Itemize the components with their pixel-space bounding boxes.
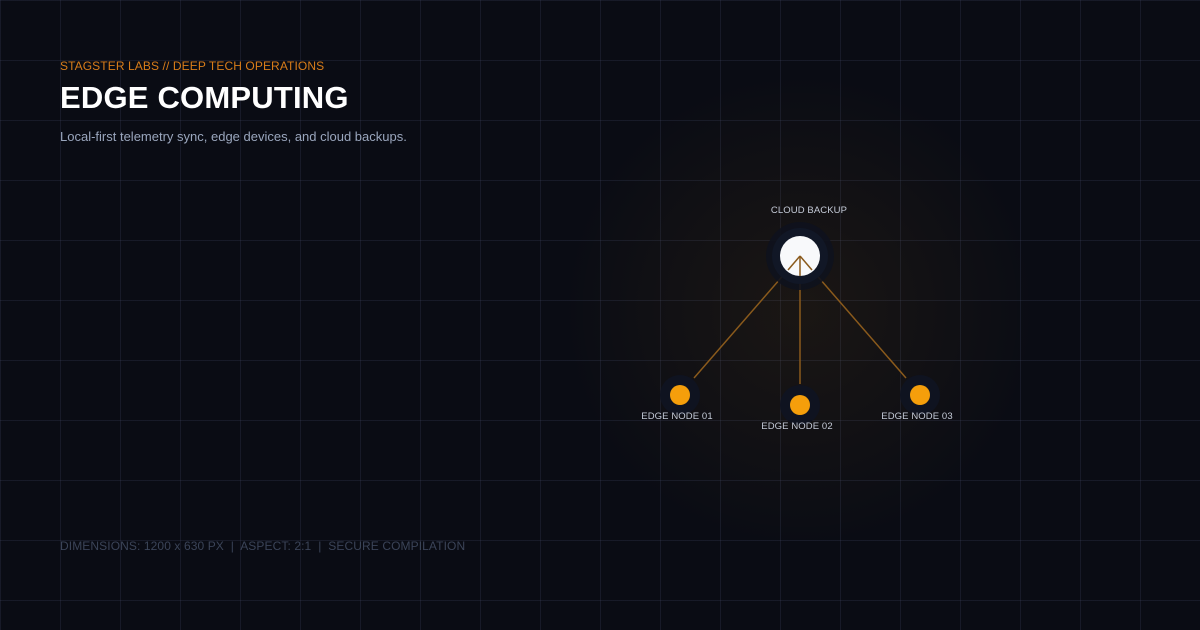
edge-node-01 xyxy=(660,375,700,415)
edge-node-02-label: EDGE NODE 02 xyxy=(761,421,832,432)
footer-meta: DIMENSIONS: 1200 x 630 PX | ASPECT: 2:1 … xyxy=(60,539,466,553)
edge-node-03-label: EDGE NODE 03 xyxy=(881,411,952,422)
cloud-backup-node xyxy=(766,222,834,290)
edge-node-01-label: EDGE NODE 01 xyxy=(641,411,712,422)
edge-node-02 xyxy=(780,385,820,425)
topology-diagram: CLOUD BACKUP EDGE NODE 01 EDGE NODE 02 E… xyxy=(641,205,952,432)
cloud-backup-label: CLOUD BACKUP xyxy=(771,205,847,216)
og-canvas: STAGSTER LABS // DEEP TECH OPERATIONS ED… xyxy=(0,0,1200,630)
edge-node-03 xyxy=(900,375,940,415)
